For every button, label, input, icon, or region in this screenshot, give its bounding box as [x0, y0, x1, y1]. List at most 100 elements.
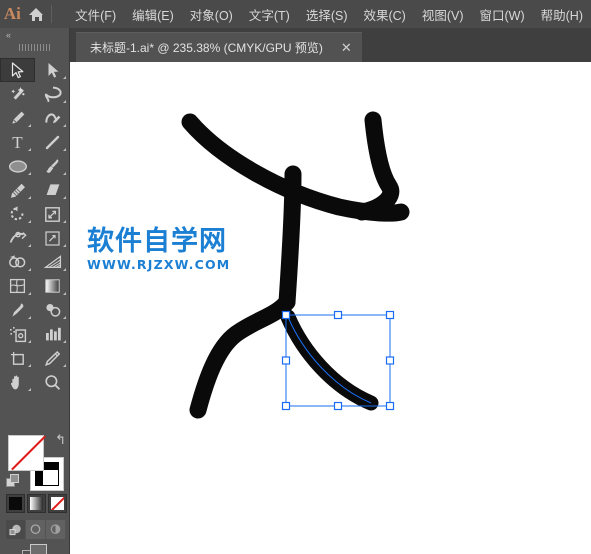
lasso-tool[interactable]	[35, 82, 70, 106]
tool-row	[0, 298, 70, 322]
menu-item-list: 文件(F) 编辑(E) 对象(O) 文字(T) 选择(S) 效果(C) 视图(V…	[67, 1, 591, 28]
close-icon[interactable]: ✕	[337, 41, 356, 54]
document-tab-bar: 未标题-1.ai* @ 235.38% (CMYK/GPU 预览) ✕	[0, 28, 591, 62]
color-mode-none[interactable]	[48, 494, 67, 513]
column-graph-tool[interactable]	[35, 322, 70, 346]
color-mode-buttons	[6, 494, 69, 513]
shape-builder-tool[interactable]	[0, 250, 35, 274]
artwork-strokes[interactable]	[71, 62, 591, 554]
shaper-tool[interactable]	[0, 178, 35, 202]
swap-fill-stroke-icon[interactable]: ↰	[55, 432, 66, 448]
symbol-sprayer-icon	[9, 326, 26, 342]
blend-icon	[45, 304, 60, 317]
scale-tool[interactable]	[35, 202, 70, 226]
tool-row	[0, 226, 70, 250]
symbol-sprayer-tool[interactable]	[0, 322, 35, 346]
illustrator-window: Ai 文件(F) 编辑(E) 对象(O) 文字(T) 选择(S) 效果(C) 视…	[0, 0, 591, 554]
ellipse-icon	[8, 159, 27, 173]
document-tab-title: 未标题-1.ai* @ 235.38% (CMYK/GPU 预览)	[90, 41, 323, 55]
ellipse-tool[interactable]	[0, 154, 35, 178]
right-hook-stroke	[353, 111, 400, 221]
tool-row	[0, 106, 70, 130]
color-mode-solid[interactable]	[6, 494, 25, 513]
hand-icon	[10, 375, 19, 389]
tools-panel: « T ↰	[0, 28, 70, 554]
paintbrush-icon	[46, 158, 59, 173]
free-transform-tool[interactable]	[35, 226, 70, 250]
watermark: 软件自学网 WWW.RJZXW.COM	[87, 228, 230, 272]
tool-row	[0, 58, 70, 82]
draw-mode-buttons	[6, 520, 66, 539]
menu-type[interactable]: 文字(T)	[241, 1, 298, 28]
mesh-tool[interactable]	[0, 274, 35, 298]
slice-tool[interactable]	[35, 346, 70, 370]
menu-select[interactable]: 选择(S)	[298, 1, 356, 28]
paintbrush-tool[interactable]	[35, 154, 70, 178]
tools-panel-header: «	[0, 28, 69, 42]
tool-row	[0, 154, 70, 178]
gradient-icon	[45, 279, 60, 293]
perspective-grid-tool[interactable]	[35, 250, 70, 274]
eraser-tool[interactable]	[35, 178, 70, 202]
tool-row	[0, 202, 70, 226]
tool-row	[0, 346, 70, 370]
draw-inside-icon	[50, 524, 61, 534]
width-icon	[9, 231, 27, 243]
type-T-icon: T	[12, 132, 23, 152]
curvature-tool[interactable]	[35, 106, 70, 130]
panel-drag-grip[interactable]	[18, 44, 51, 51]
magic-wand-icon	[11, 86, 25, 100]
ai-logo: Ai	[3, 4, 21, 23]
color-mode-gradient[interactable]	[27, 494, 46, 513]
rotate-tool[interactable]	[0, 202, 35, 226]
menu-help[interactable]: 帮助(H)	[533, 1, 591, 28]
draw-behind-mode[interactable]	[26, 520, 45, 539]
width-tool[interactable]	[0, 226, 35, 250]
mesh-icon	[9, 278, 26, 294]
line-segment-icon	[45, 135, 60, 149]
type-tool[interactable]: T	[0, 130, 35, 154]
menu-edit[interactable]: 编辑(E)	[124, 1, 182, 28]
collapse-panel-icon[interactable]: «	[6, 30, 11, 40]
pen-tool[interactable]	[0, 106, 35, 130]
selection-tool[interactable]	[0, 58, 35, 82]
menu-object[interactable]: 对象(O)	[182, 1, 241, 28]
draw-normal-mode[interactable]	[6, 520, 25, 539]
direct-selection-arrow-icon	[48, 62, 58, 78]
default-fill-stroke-button[interactable]	[6, 474, 20, 488]
right-descending-stroke-selected	[280, 309, 379, 411]
draw-inside-mode[interactable]	[46, 520, 65, 539]
menu-bar: Ai 文件(F) 编辑(E) 对象(O) 文字(T) 选择(S) 效果(C) 视…	[0, 0, 591, 28]
hand-tool[interactable]	[0, 370, 35, 394]
eyedropper-tool[interactable]	[0, 298, 35, 322]
no-fill-slash-icon	[11, 435, 46, 471]
zoom-tool[interactable]	[35, 370, 70, 394]
screen-mode-button[interactable]	[22, 544, 48, 554]
shape-builder-icon	[9, 255, 26, 268]
watermark-cn-text: 软件自学网	[87, 226, 227, 257]
magic-wand-tool[interactable]	[0, 82, 35, 106]
document-tab[interactable]: 未标题-1.ai* @ 235.38% (CMYK/GPU 预览) ✕	[76, 32, 362, 62]
watermark-en-text: WWW.RJZXW.COM	[87, 257, 231, 272]
menu-window[interactable]: 窗口(W)	[472, 1, 533, 28]
line-segment-tool[interactable]	[35, 130, 70, 154]
perspective-grid-icon	[43, 255, 61, 269]
menu-file[interactable]: 文件(F)	[67, 1, 124, 28]
tool-row	[0, 322, 70, 346]
menu-effect[interactable]: 效果(C)	[355, 1, 413, 28]
artboard-canvas[interactable]: 软件自学网 WWW.RJZXW.COM	[71, 62, 591, 554]
gradient-tool[interactable]	[35, 274, 70, 298]
column-graph-icon	[45, 327, 61, 341]
vertical-stroke	[278, 165, 302, 311]
eyedropper-icon	[12, 302, 24, 317]
free-transform-icon	[45, 230, 60, 246]
artboard-tool[interactable]	[0, 346, 35, 370]
shaper-pencil-icon	[10, 183, 25, 198]
fill-swatch[interactable]	[8, 435, 46, 471]
blend-tool[interactable]	[35, 298, 70, 322]
menu-view[interactable]: 视图(V)	[414, 1, 472, 28]
pen-nib-icon	[12, 111, 25, 124]
slice-knife-icon	[44, 350, 61, 366]
home-button[interactable]	[25, 0, 50, 28]
direct-selection-tool[interactable]	[35, 58, 70, 82]
